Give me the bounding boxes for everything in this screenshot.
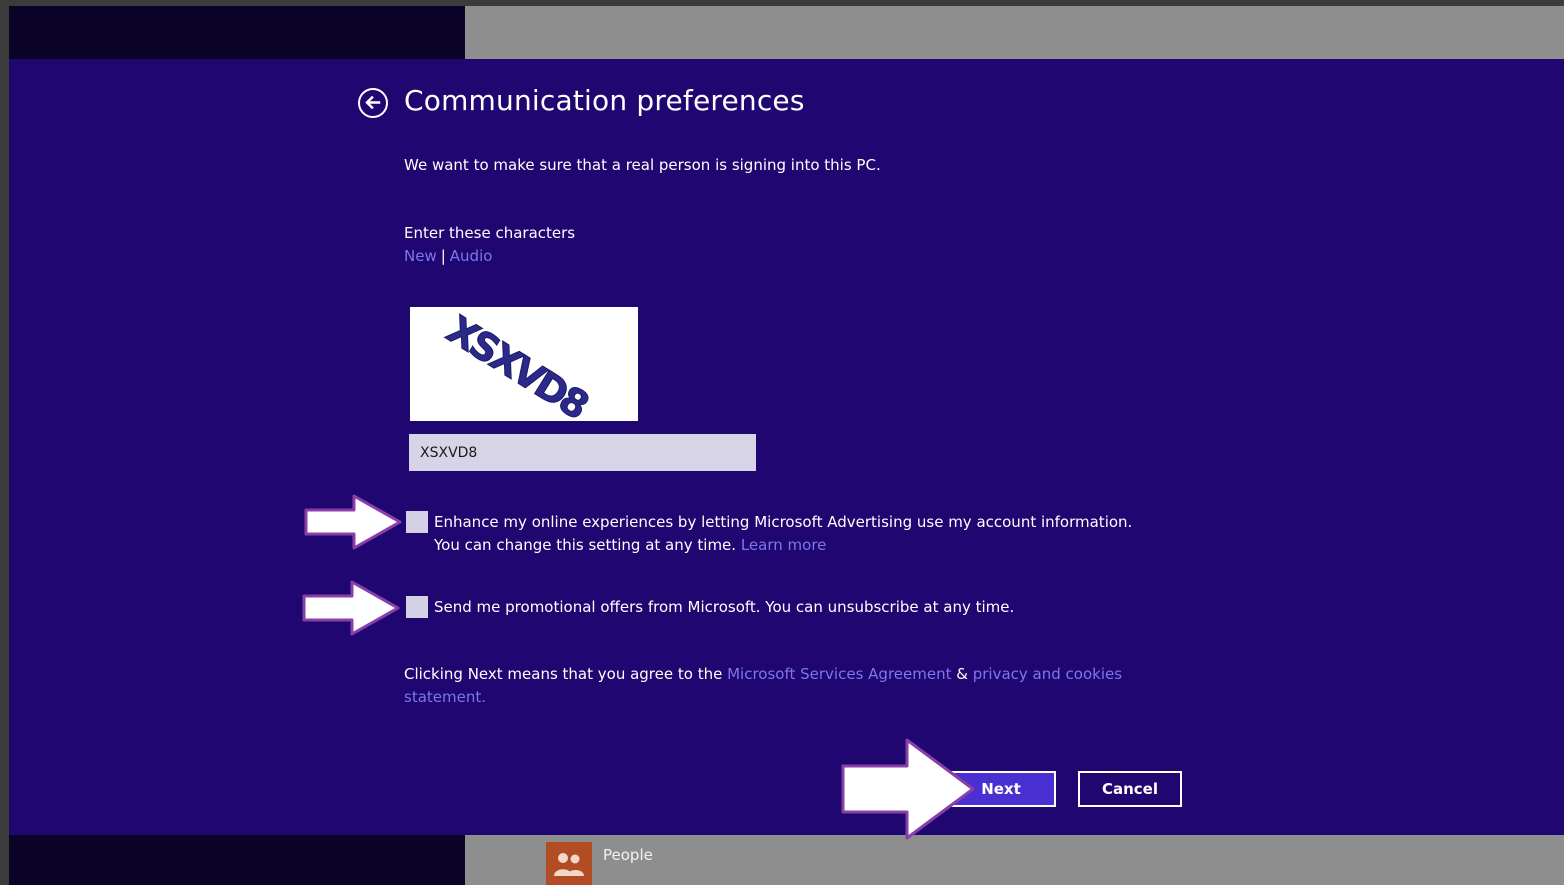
captcha-input[interactable]: [409, 434, 756, 471]
new-captcha-link[interactable]: New: [404, 247, 437, 265]
people-icon: [554, 853, 584, 876]
agreement-ampersand: &: [956, 665, 968, 683]
captcha-image: XSXVD8: [410, 307, 638, 421]
top-bar-right: [465, 6, 1564, 59]
cancel-button[interactable]: Cancel: [1078, 771, 1182, 807]
promotional-offers-label: Send me promotional offers from Microsof…: [434, 598, 1015, 616]
learn-more-link[interactable]: Learn more: [741, 536, 827, 554]
back-arrow-icon[interactable]: [358, 88, 388, 118]
promotional-offers-checkbox[interactable]: [406, 596, 428, 618]
enter-characters-label: Enter these characters: [404, 224, 576, 242]
annotation-arrow-icon: [304, 494, 402, 550]
window-frame: Communication preferences We want to mak…: [9, 6, 1564, 885]
agreement-prefix: Clicking Next means that you agree to th…: [404, 665, 723, 683]
annotation-arrow-icon: [302, 580, 400, 636]
bottom-bar-left: [9, 835, 465, 885]
privacy-statement-link-part1[interactable]: privacy and cookies: [973, 665, 1122, 683]
page-title: Communication preferences: [404, 84, 805, 117]
top-bar-left: [9, 6, 465, 59]
advertising-label: Enhance my online experiences by letting…: [434, 513, 1133, 531]
advertising-sublabel: You can change this setting at any time.…: [434, 536, 826, 554]
intro-text: We want to make sure that a real person …: [404, 156, 881, 174]
advertising-checkbox[interactable]: [406, 511, 428, 533]
agreement-text-line2: statement.: [404, 688, 486, 706]
privacy-statement-link-part2[interactable]: statement.: [404, 688, 486, 706]
annotation-arrow-icon: [841, 738, 975, 840]
setup-panel: [9, 59, 1564, 835]
agreement-text: Clicking Next means that you agree to th…: [404, 665, 1122, 683]
services-agreement-link[interactable]: Microsoft Services Agreement: [727, 665, 951, 683]
audio-captcha-link[interactable]: Audio: [450, 247, 493, 265]
captcha-links: New | Audio: [404, 247, 492, 265]
advertising-note: You can change this setting at any time.: [434, 536, 737, 554]
people-label: People: [603, 846, 653, 864]
captcha-distorted-text: XSXVD8: [439, 307, 595, 421]
link-separator: |: [440, 247, 446, 265]
people-tile[interactable]: [546, 842, 592, 885]
